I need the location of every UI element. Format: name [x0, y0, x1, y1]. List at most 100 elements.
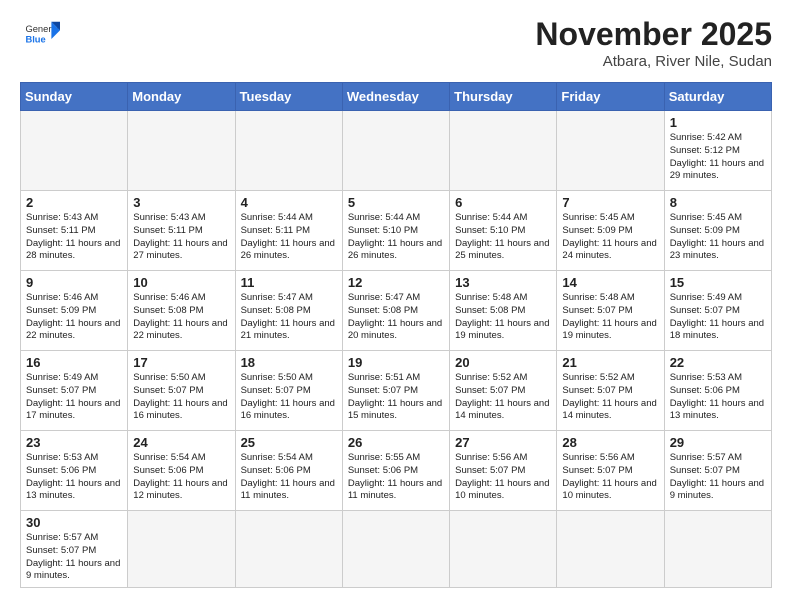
day-number: 7	[562, 195, 658, 210]
calendar-cell	[235, 111, 342, 191]
calendar-cell: 14Sunrise: 5:48 AM Sunset: 5:07 PM Dayli…	[557, 271, 664, 351]
day-info: Sunrise: 5:49 AM Sunset: 5:07 PM Dayligh…	[670, 292, 766, 343]
calendar-cell	[128, 511, 235, 588]
day-info: Sunrise: 5:46 AM Sunset: 5:09 PM Dayligh…	[26, 292, 122, 343]
calendar-cell	[557, 111, 664, 191]
day-info: Sunrise: 5:48 AM Sunset: 5:08 PM Dayligh…	[455, 292, 551, 343]
calendar-cell: 17Sunrise: 5:50 AM Sunset: 5:07 PM Dayli…	[128, 351, 235, 431]
weekday-header-row: SundayMondayTuesdayWednesdayThursdayFrid…	[21, 83, 772, 111]
weekday-sunday: Sunday	[21, 83, 128, 111]
day-info: Sunrise: 5:52 AM Sunset: 5:07 PM Dayligh…	[562, 372, 658, 423]
calendar-cell: 9 Sunrise: 5:46 AM Sunset: 5:09 PM Daylig…	[21, 271, 128, 351]
weekday-wednesday: Wednesday	[342, 83, 449, 111]
day-number: 22	[670, 355, 766, 370]
calendar-cell: 13 Sunrise: 5:48 AM Sunset: 5:08 PM Dayli…	[450, 271, 557, 351]
calendar-cell	[128, 111, 235, 191]
day-info: Sunrise: 5:47 AM Sunset: 5:08 PM Dayligh…	[241, 292, 337, 343]
day-info: Sunrise: 5:53 AM Sunset: 5:06 PM Dayligh…	[26, 452, 122, 503]
calendar-table: SundayMondayTuesdayWednesdayThursdayFrid…	[20, 82, 772, 588]
calendar-cell: 22 Sunrise: 5:53 AM Sunset: 5:06 PM Dayli…	[664, 351, 771, 431]
calendar-cell: 5Sunrise: 5:44 AM Sunset: 5:10 PM Daylig…	[342, 191, 449, 271]
day-info: Sunrise: 5:43 AM Sunset: 5:11 PM Dayligh…	[133, 212, 229, 263]
page: General Blue November 2025 Atbara, River…	[0, 0, 792, 608]
day-info: Sunrise: 5:50 AM Sunset: 5:07 PM Dayligh…	[241, 372, 337, 423]
day-number: 9	[26, 275, 122, 290]
header: General Blue November 2025 Atbara, River…	[20, 16, 772, 70]
day-info: Sunrise: 5:56 AM Sunset: 5:07 PM Dayligh…	[562, 452, 658, 503]
month-title: November 2025	[535, 16, 772, 53]
day-number: 30	[26, 515, 122, 530]
logo-icon: General Blue	[24, 16, 60, 52]
day-number: 11	[241, 275, 337, 290]
day-number: 24	[133, 435, 229, 450]
weekday-friday: Friday	[557, 83, 664, 111]
day-number: 25	[241, 435, 337, 450]
day-info: Sunrise: 5:49 AM Sunset: 5:07 PM Dayligh…	[26, 372, 122, 423]
calendar-cell: 16 Sunrise: 5:49 AM Sunset: 5:07 PM Dayli…	[21, 351, 128, 431]
day-number: 16	[26, 355, 122, 370]
calendar-cell: 27 Sunrise: 5:56 AM Sunset: 5:07 PM Dayli…	[450, 431, 557, 511]
calendar-cell: 18 Sunrise: 5:50 AM Sunset: 5:07 PM Dayli…	[235, 351, 342, 431]
day-number: 18	[241, 355, 337, 370]
calendar-cell	[342, 511, 449, 588]
week-row-5: 23Sunrise: 5:53 AM Sunset: 5:06 PM Dayli…	[21, 431, 772, 511]
calendar-cell: 8 Sunrise: 5:45 AM Sunset: 5:09 PM Daylig…	[664, 191, 771, 271]
day-info: Sunrise: 5:55 AM Sunset: 5:06 PM Dayligh…	[348, 452, 444, 503]
calendar-cell	[557, 511, 664, 588]
day-info: Sunrise: 5:54 AM Sunset: 5:06 PM Dayligh…	[133, 452, 229, 503]
day-number: 17	[133, 355, 229, 370]
weekday-saturday: Saturday	[664, 83, 771, 111]
day-info: Sunrise: 5:57 AM Sunset: 5:07 PM Dayligh…	[26, 532, 122, 583]
day-number: 2	[26, 195, 122, 210]
calendar-cell: 30 Sunrise: 5:57 AM Sunset: 5:07 PM Dayli…	[21, 511, 128, 588]
day-number: 8	[670, 195, 766, 210]
weekday-thursday: Thursday	[450, 83, 557, 111]
calendar-cell: 3 Sunrise: 5:43 AM Sunset: 5:11 PM Daylig…	[128, 191, 235, 271]
week-row-6: 30 Sunrise: 5:57 AM Sunset: 5:07 PM Dayli…	[21, 511, 772, 588]
calendar-cell: 11 Sunrise: 5:47 AM Sunset: 5:08 PM Dayli…	[235, 271, 342, 351]
day-info: Sunrise: 5:48 AM Sunset: 5:07 PM Dayligh…	[562, 292, 658, 343]
day-number: 26	[348, 435, 444, 450]
calendar-cell: 23Sunrise: 5:53 AM Sunset: 5:06 PM Dayli…	[21, 431, 128, 511]
day-number: 21	[562, 355, 658, 370]
calendar-cell	[342, 111, 449, 191]
calendar-cell: 28 Sunrise: 5:56 AM Sunset: 5:07 PM Dayli…	[557, 431, 664, 511]
calendar-cell: 24 Sunrise: 5:54 AM Sunset: 5:06 PM Dayli…	[128, 431, 235, 511]
calendar-cell	[21, 111, 128, 191]
location-subtitle: Atbara, River Nile, Sudan	[535, 53, 772, 70]
day-info: Sunrise: 5:47 AM Sunset: 5:08 PM Dayligh…	[348, 292, 444, 343]
day-number: 27	[455, 435, 551, 450]
day-info: Sunrise: 5:57 AM Sunset: 5:07 PM Dayligh…	[670, 452, 766, 503]
day-number: 20	[455, 355, 551, 370]
day-number: 29	[670, 435, 766, 450]
day-info: Sunrise: 5:46 AM Sunset: 5:08 PM Dayligh…	[133, 292, 229, 343]
day-number: 19	[348, 355, 444, 370]
logo: General Blue	[20, 16, 60, 57]
day-info: Sunrise: 5:44 AM Sunset: 5:11 PM Dayligh…	[241, 212, 337, 263]
calendar-cell	[664, 511, 771, 588]
day-number: 28	[562, 435, 658, 450]
calendar-cell: 21 Sunrise: 5:52 AM Sunset: 5:07 PM Dayli…	[557, 351, 664, 431]
weekday-tuesday: Tuesday	[235, 83, 342, 111]
day-number: 6	[455, 195, 551, 210]
day-number: 3	[133, 195, 229, 210]
day-info: Sunrise: 5:53 AM Sunset: 5:06 PM Dayligh…	[670, 372, 766, 423]
day-number: 15	[670, 275, 766, 290]
calendar-cell: 29 Sunrise: 5:57 AM Sunset: 5:07 PM Dayli…	[664, 431, 771, 511]
svg-text:Blue: Blue	[25, 35, 45, 45]
day-info: Sunrise: 5:52 AM Sunset: 5:07 PM Dayligh…	[455, 372, 551, 423]
calendar-cell	[450, 111, 557, 191]
day-info: Sunrise: 5:44 AM Sunset: 5:10 PM Dayligh…	[455, 212, 551, 263]
day-number: 4	[241, 195, 337, 210]
day-number: 10	[133, 275, 229, 290]
day-info: Sunrise: 5:44 AM Sunset: 5:10 PM Dayligh…	[348, 212, 444, 263]
day-number: 13	[455, 275, 551, 290]
calendar-cell: 12Sunrise: 5:47 AM Sunset: 5:08 PM Dayli…	[342, 271, 449, 351]
calendar-cell: 6 Sunrise: 5:44 AM Sunset: 5:10 PM Daylig…	[450, 191, 557, 271]
calendar-cell	[235, 511, 342, 588]
day-info: Sunrise: 5:43 AM Sunset: 5:11 PM Dayligh…	[26, 212, 122, 263]
week-row-1: 1Sunrise: 5:42 AM Sunset: 5:12 PM Daylig…	[21, 111, 772, 191]
day-info: Sunrise: 5:56 AM Sunset: 5:07 PM Dayligh…	[455, 452, 551, 503]
day-info: Sunrise: 5:51 AM Sunset: 5:07 PM Dayligh…	[348, 372, 444, 423]
day-info: Sunrise: 5:45 AM Sunset: 5:09 PM Dayligh…	[670, 212, 766, 263]
